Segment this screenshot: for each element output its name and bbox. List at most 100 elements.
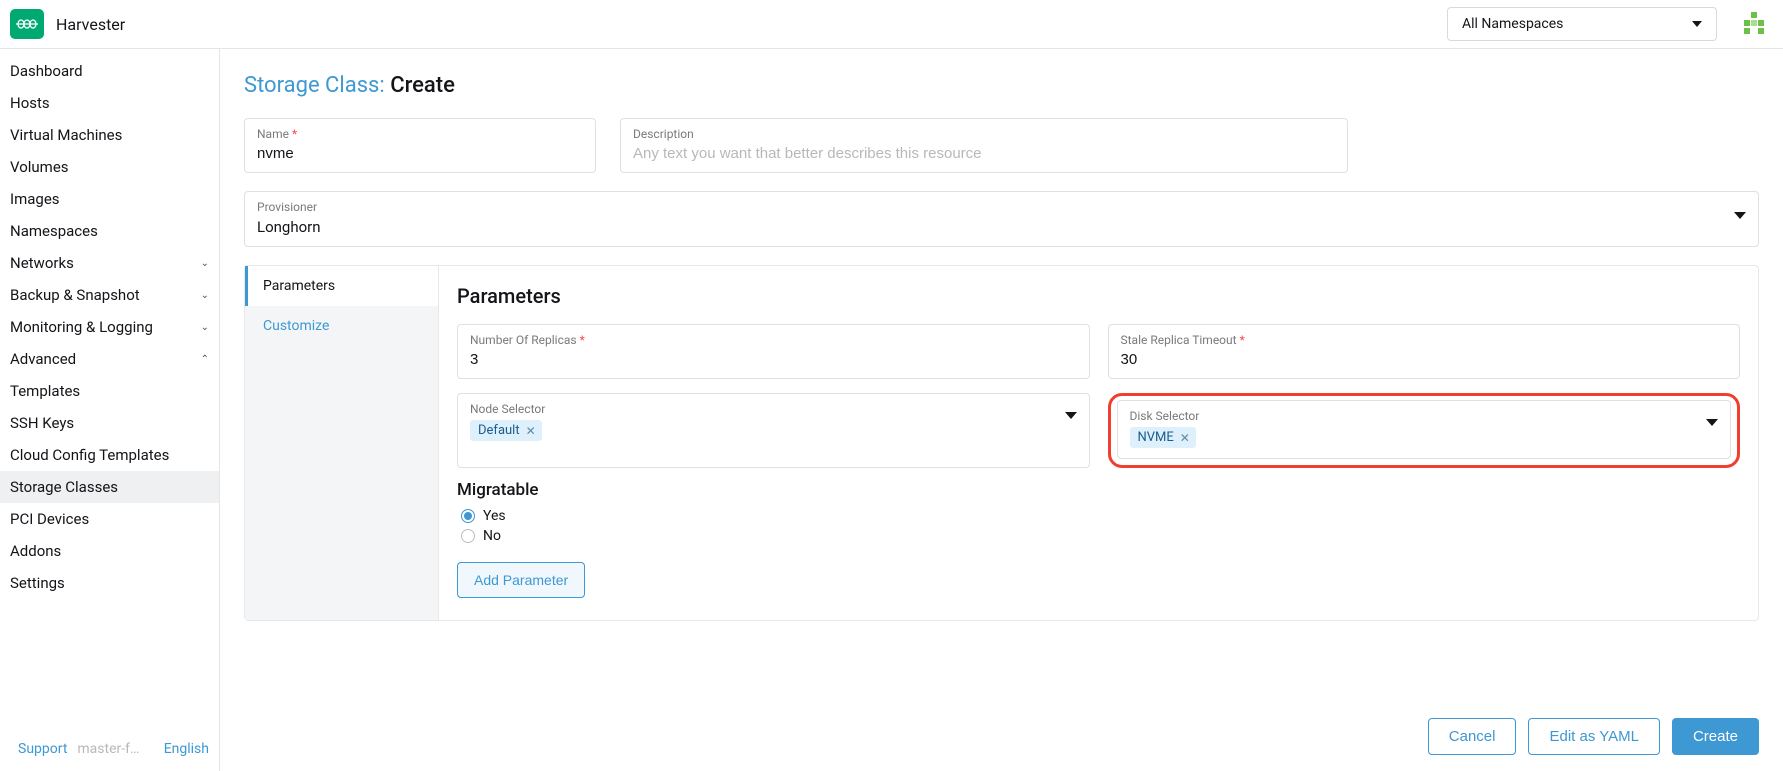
create-button[interactable]: Create [1672, 718, 1759, 755]
sidebar-item-storage-classes[interactable]: Storage Classes [0, 471, 219, 503]
provisioner-row: Provisioner Longhorn [244, 191, 1759, 247]
nav-label: Addons [10, 542, 61, 560]
sidebar-item-hosts[interactable]: Hosts [0, 87, 219, 119]
brand-logo[interactable] [10, 9, 44, 39]
nav-label: Settings [10, 574, 65, 592]
layout: Dashboard Hosts Virtual Machines Volumes… [0, 49, 1783, 771]
nav-label: Templates [10, 382, 80, 400]
chevron-down-icon [1734, 212, 1746, 219]
chip-remove-icon[interactable]: ✕ [526, 424, 536, 438]
stale-timeout-field[interactable]: Stale Replica Timeout * [1108, 324, 1741, 379]
replicas-field[interactable]: Number Of Replicas * [457, 324, 1090, 379]
nav-label: Namespaces [10, 222, 98, 240]
provisioner-label: Provisioner [257, 200, 1734, 214]
nav-label: Advanced [10, 350, 76, 368]
disk-selector-label: Disk Selector [1130, 409, 1707, 423]
provisioner-value: Longhorn [257, 218, 1734, 236]
user-menu[interactable] [1737, 7, 1771, 41]
chip-remove-icon[interactable]: ✕ [1180, 431, 1190, 445]
nav-label: Monitoring & Logging [10, 318, 153, 336]
footer-actions: Cancel Edit as YAML Create [1428, 718, 1759, 755]
param-grid: Number Of Replicas * Stale Replica Timeo… [457, 324, 1740, 468]
disk-selector-highlight: Disk Selector NVME ✕ [1108, 393, 1741, 468]
sidebar-nav: Dashboard Hosts Virtual Machines Volumes… [0, 55, 219, 731]
sidebar-item-advanced[interactable]: Advanced ⌃ [0, 343, 219, 375]
radio-no-label: No [483, 528, 501, 544]
nav-label: Hosts [10, 94, 50, 112]
tabbed-panel: Parameters Customize Parameters Number O… [244, 265, 1759, 621]
support-link[interactable]: Support [18, 741, 67, 757]
nav-label: Storage Classes [10, 478, 118, 496]
radio-yes-label: Yes [483, 508, 506, 524]
chip-label: Default [478, 423, 520, 438]
sidebar-footer: Support master-f… English [0, 731, 219, 771]
tab-parameters[interactable]: Parameters [245, 266, 438, 306]
sidebar-item-dashboard[interactable]: Dashboard [0, 55, 219, 87]
sidebar-item-virtual-machines[interactable]: Virtual Machines [0, 119, 219, 151]
migratable-label: Migratable [457, 480, 1740, 500]
radio-no[interactable] [461, 529, 475, 543]
sidebar-item-networks[interactable]: Networks ⌄ [0, 247, 219, 279]
description-field[interactable]: Description [620, 118, 1348, 173]
header: Harvester All Namespaces [0, 0, 1783, 49]
replicas-label: Number Of Replicas * [470, 333, 1077, 347]
sidebar-item-templates[interactable]: Templates [0, 375, 219, 407]
name-desc-row: Name * Description [244, 118, 1759, 173]
sidebar-item-addons[interactable]: Addons [0, 535, 219, 567]
nav-label: Virtual Machines [10, 126, 122, 144]
migratable-yes-row[interactable]: Yes [457, 508, 1740, 524]
disk-selector-chip[interactable]: NVME ✕ [1130, 427, 1196, 448]
provisioner-field[interactable]: Provisioner Longhorn [244, 191, 1759, 247]
chip-label: NVME [1138, 430, 1174, 445]
sidebar-item-monitoring-logging[interactable]: Monitoring & Logging⌄ [0, 311, 219, 343]
replicas-input[interactable] [470, 351, 1077, 368]
nav-label: SSH Keys [10, 414, 74, 432]
nav-label: PCI Devices [10, 510, 89, 528]
edit-yaml-button[interactable]: Edit as YAML [1528, 718, 1660, 755]
tab-content: Parameters Number Of Replicas * Stale Re… [439, 266, 1758, 620]
main-content: Storage Class: Create Name * Description… [220, 49, 1783, 771]
sidebar-item-backup-snapshot[interactable]: Backup & Snapshot⌄ [0, 279, 219, 311]
stale-timeout-label: Stale Replica Timeout * [1121, 333, 1728, 347]
title-text: Create [390, 73, 455, 98]
add-parameter-button[interactable]: Add Parameter [457, 562, 585, 598]
description-input[interactable] [633, 145, 1335, 162]
chevron-down-icon [1692, 21, 1702, 27]
disk-selector-field[interactable]: Disk Selector NVME ✕ [1117, 400, 1732, 459]
user-pixel-icon [1740, 10, 1768, 38]
radio-yes[interactable] [461, 509, 475, 523]
nav-label: Images [10, 190, 60, 208]
node-selector-chip[interactable]: Default ✕ [470, 420, 542, 441]
chevron-up-icon: ⌃ [201, 354, 209, 365]
chevron-down-icon [1065, 412, 1077, 419]
sidebar-item-namespaces[interactable]: Namespaces [0, 215, 219, 247]
breadcrumb[interactable]: Storage Class: [244, 73, 390, 98]
stale-timeout-input[interactable] [1121, 351, 1728, 368]
version-text: master-f… [77, 741, 139, 757]
node-selector-field[interactable]: Node Selector Default ✕ [457, 393, 1090, 468]
cancel-button[interactable]: Cancel [1428, 718, 1517, 755]
name-field[interactable]: Name * [244, 118, 596, 173]
sidebar-item-ssh-keys[interactable]: SSH Keys [0, 407, 219, 439]
chevron-down-icon [1706, 419, 1718, 426]
node-selector-label: Node Selector [470, 402, 1065, 416]
sidebar-item-images[interactable]: Images [0, 183, 219, 215]
wheat-icon [14, 15, 40, 33]
sidebar: Dashboard Hosts Virtual Machines Volumes… [0, 49, 220, 771]
sidebar-item-volumes[interactable]: Volumes [0, 151, 219, 183]
migratable-no-row[interactable]: No [457, 528, 1740, 544]
sidebar-item-pci-devices[interactable]: PCI Devices [0, 503, 219, 535]
nav-label: Cloud Config Templates [10, 446, 169, 464]
chevron-down-icon: ⌄ [201, 290, 209, 301]
nav-label: Networks [10, 254, 74, 272]
header-right: All Namespaces [1447, 7, 1771, 41]
sidebar-item-settings[interactable]: Settings [0, 567, 219, 599]
tab-customize[interactable]: Customize [245, 306, 438, 346]
sidebar-item-cloud-config-templates[interactable]: Cloud Config Templates [0, 439, 219, 471]
name-input[interactable] [257, 145, 583, 162]
language-link[interactable]: English [164, 741, 209, 757]
namespace-selector[interactable]: All Namespaces [1447, 7, 1717, 41]
tab-nav: Parameters Customize [245, 266, 439, 620]
nav-label: Volumes [10, 158, 69, 176]
chevron-down-icon: ⌄ [201, 258, 209, 269]
